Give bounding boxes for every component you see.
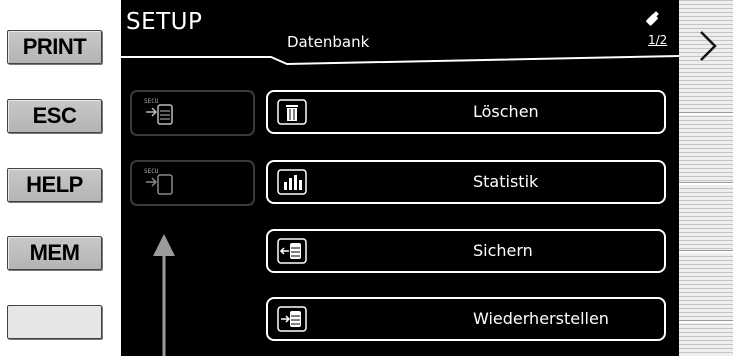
esc-key[interactable]: ESC bbox=[7, 99, 102, 133]
print-key[interactable]: PRINT bbox=[7, 30, 102, 64]
secu-import-box[interactable]: SECU bbox=[130, 90, 255, 136]
backup-button[interactable]: Sichern bbox=[266, 229, 666, 273]
softkey-divider bbox=[679, 112, 733, 115]
mem-key[interactable]: MEM bbox=[7, 236, 102, 270]
delete-button[interactable]: Löschen bbox=[266, 90, 666, 134]
restore-button[interactable]: Wiederherstellen bbox=[266, 297, 666, 341]
page-subtitle: Datenbank bbox=[287, 33, 370, 51]
softkey-divider bbox=[679, 182, 733, 185]
backup-label: Sichern bbox=[473, 241, 533, 260]
page-indicator: 1/2 bbox=[648, 33, 668, 47]
display-screen: SETUP Datenbank 1/2 SECU SECU Löschen St… bbox=[121, 0, 679, 356]
softkey-divider bbox=[679, 320, 733, 323]
secu-export-box[interactable]: SECU bbox=[130, 160, 255, 206]
database-backup-icon bbox=[277, 238, 307, 264]
pointer-arrow bbox=[153, 234, 175, 356]
help-key[interactable]: HELP bbox=[7, 168, 102, 202]
database-restore-icon bbox=[277, 306, 307, 332]
softkey-divider bbox=[679, 250, 733, 253]
trash-icon bbox=[277, 99, 307, 125]
secu-import-icon: SECU bbox=[144, 98, 182, 128]
delete-label: Löschen bbox=[473, 102, 539, 121]
header-divider bbox=[121, 55, 679, 66]
usb-stick-icon bbox=[646, 11, 659, 26]
restore-label: Wiederherstellen bbox=[473, 309, 609, 328]
secu-export-icon: SECU bbox=[144, 168, 182, 198]
chevron-right-icon[interactable] bbox=[679, 26, 733, 66]
blank-key[interactable] bbox=[7, 305, 102, 339]
statistics-label: Statistik bbox=[473, 172, 539, 191]
bar-chart-icon bbox=[277, 169, 307, 195]
statistics-button[interactable]: Statistik bbox=[266, 160, 666, 204]
